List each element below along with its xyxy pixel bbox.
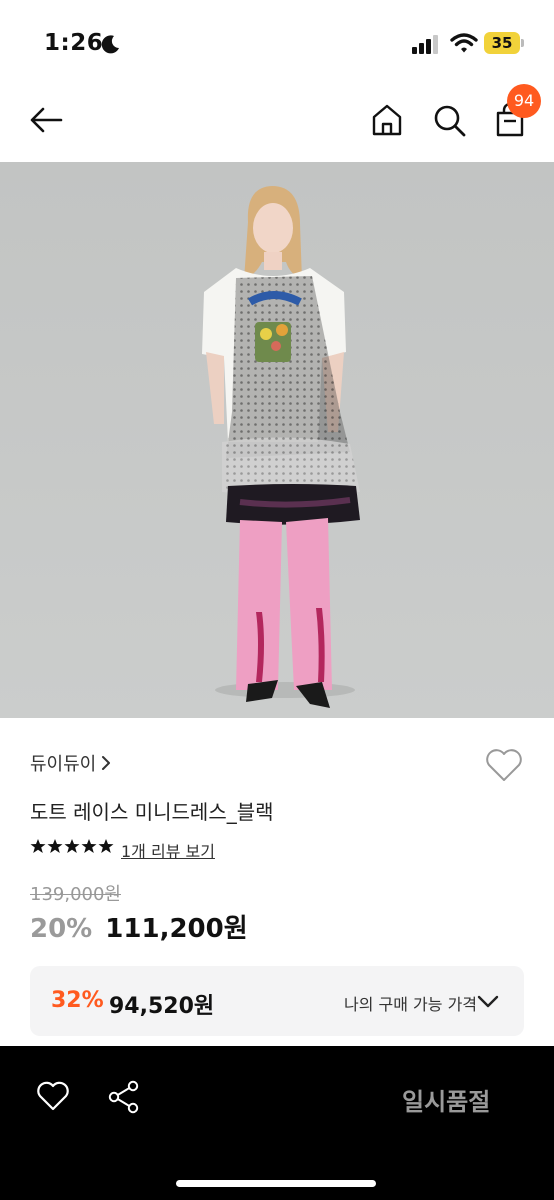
home-indicator — [176, 1180, 376, 1187]
rating-stars — [30, 838, 114, 860]
star-icon — [64, 839, 80, 853]
chevron-down-icon[interactable] — [476, 990, 500, 1012]
discount-percent: 20% — [30, 914, 93, 944]
status-bar: 1:26 35 — [0, 0, 554, 86]
wifi-icon — [450, 33, 478, 53]
star-icon — [47, 839, 63, 853]
heart-icon[interactable] — [484, 747, 524, 783]
star-icon — [30, 839, 46, 853]
back-arrow-icon[interactable] — [28, 102, 64, 138]
search-icon[interactable] — [431, 102, 467, 138]
chevron-right-icon[interactable] — [100, 754, 112, 772]
battery-level: 35 — [491, 34, 513, 52]
bottom-action-bar: 일시품절 — [0, 1046, 554, 1200]
battery-icon: 35 — [484, 32, 524, 54]
signal-icon — [412, 35, 438, 54]
promo-label: 나의 구매 가능 가격 — [344, 995, 478, 1014]
star-icon — [98, 839, 114, 853]
promo-percent: 32% — [51, 988, 104, 1013]
discount-row: 20% 111,200원 — [30, 908, 248, 945]
product-photo — [0, 162, 554, 718]
share-icon[interactable] — [108, 1080, 140, 1114]
promo-price: 94,520원 — [109, 994, 215, 1019]
heart-icon[interactable] — [36, 1080, 70, 1112]
product-title: 도트 레이스 미니드레스_블랙 — [30, 800, 274, 824]
product-image — [0, 162, 554, 718]
my-price-box[interactable]: 32% 94,520원 나의 구매 가능 가격 — [30, 966, 524, 1036]
nav-bar — [0, 86, 554, 162]
soldout-button[interactable]: 일시품절 — [402, 1082, 490, 1117]
home-icon[interactable] — [369, 102, 405, 138]
star-icon — [81, 839, 97, 853]
cart-count-badge: 94 — [507, 84, 541, 118]
moon-icon — [101, 35, 119, 54]
review-link[interactable]: 1개 리뷰 보기 — [121, 838, 215, 862]
status-time: 1:26 — [44, 30, 104, 56]
brand-link[interactable]: 듀이듀이 — [30, 750, 96, 776]
discount-price: 111,200원 — [105, 914, 248, 944]
original-price: 139,000원 — [30, 884, 121, 905]
